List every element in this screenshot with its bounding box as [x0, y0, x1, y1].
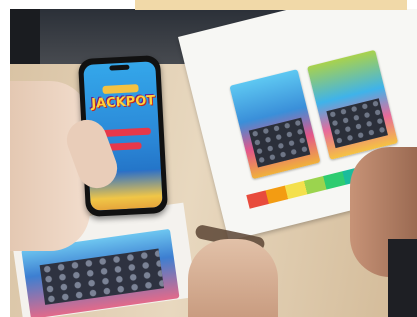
scratch-grid [39, 248, 165, 305]
scratch-grid [248, 117, 311, 168]
scratch-grid [326, 98, 388, 149]
hand-bottom [188, 239, 278, 317]
photo-scene: JACKPOT [0, 0, 417, 317]
scratch-ticket-proof [307, 49, 399, 160]
top-edge-strip [135, 0, 407, 10]
scratch-ticket-proof [229, 69, 321, 180]
phone-notch [109, 64, 130, 71]
photo-frame: JACKPOT [10, 9, 417, 317]
game-title: JACKPOT [90, 93, 156, 112]
game-brand-logo [102, 84, 139, 95]
sleeve [388, 239, 417, 317]
